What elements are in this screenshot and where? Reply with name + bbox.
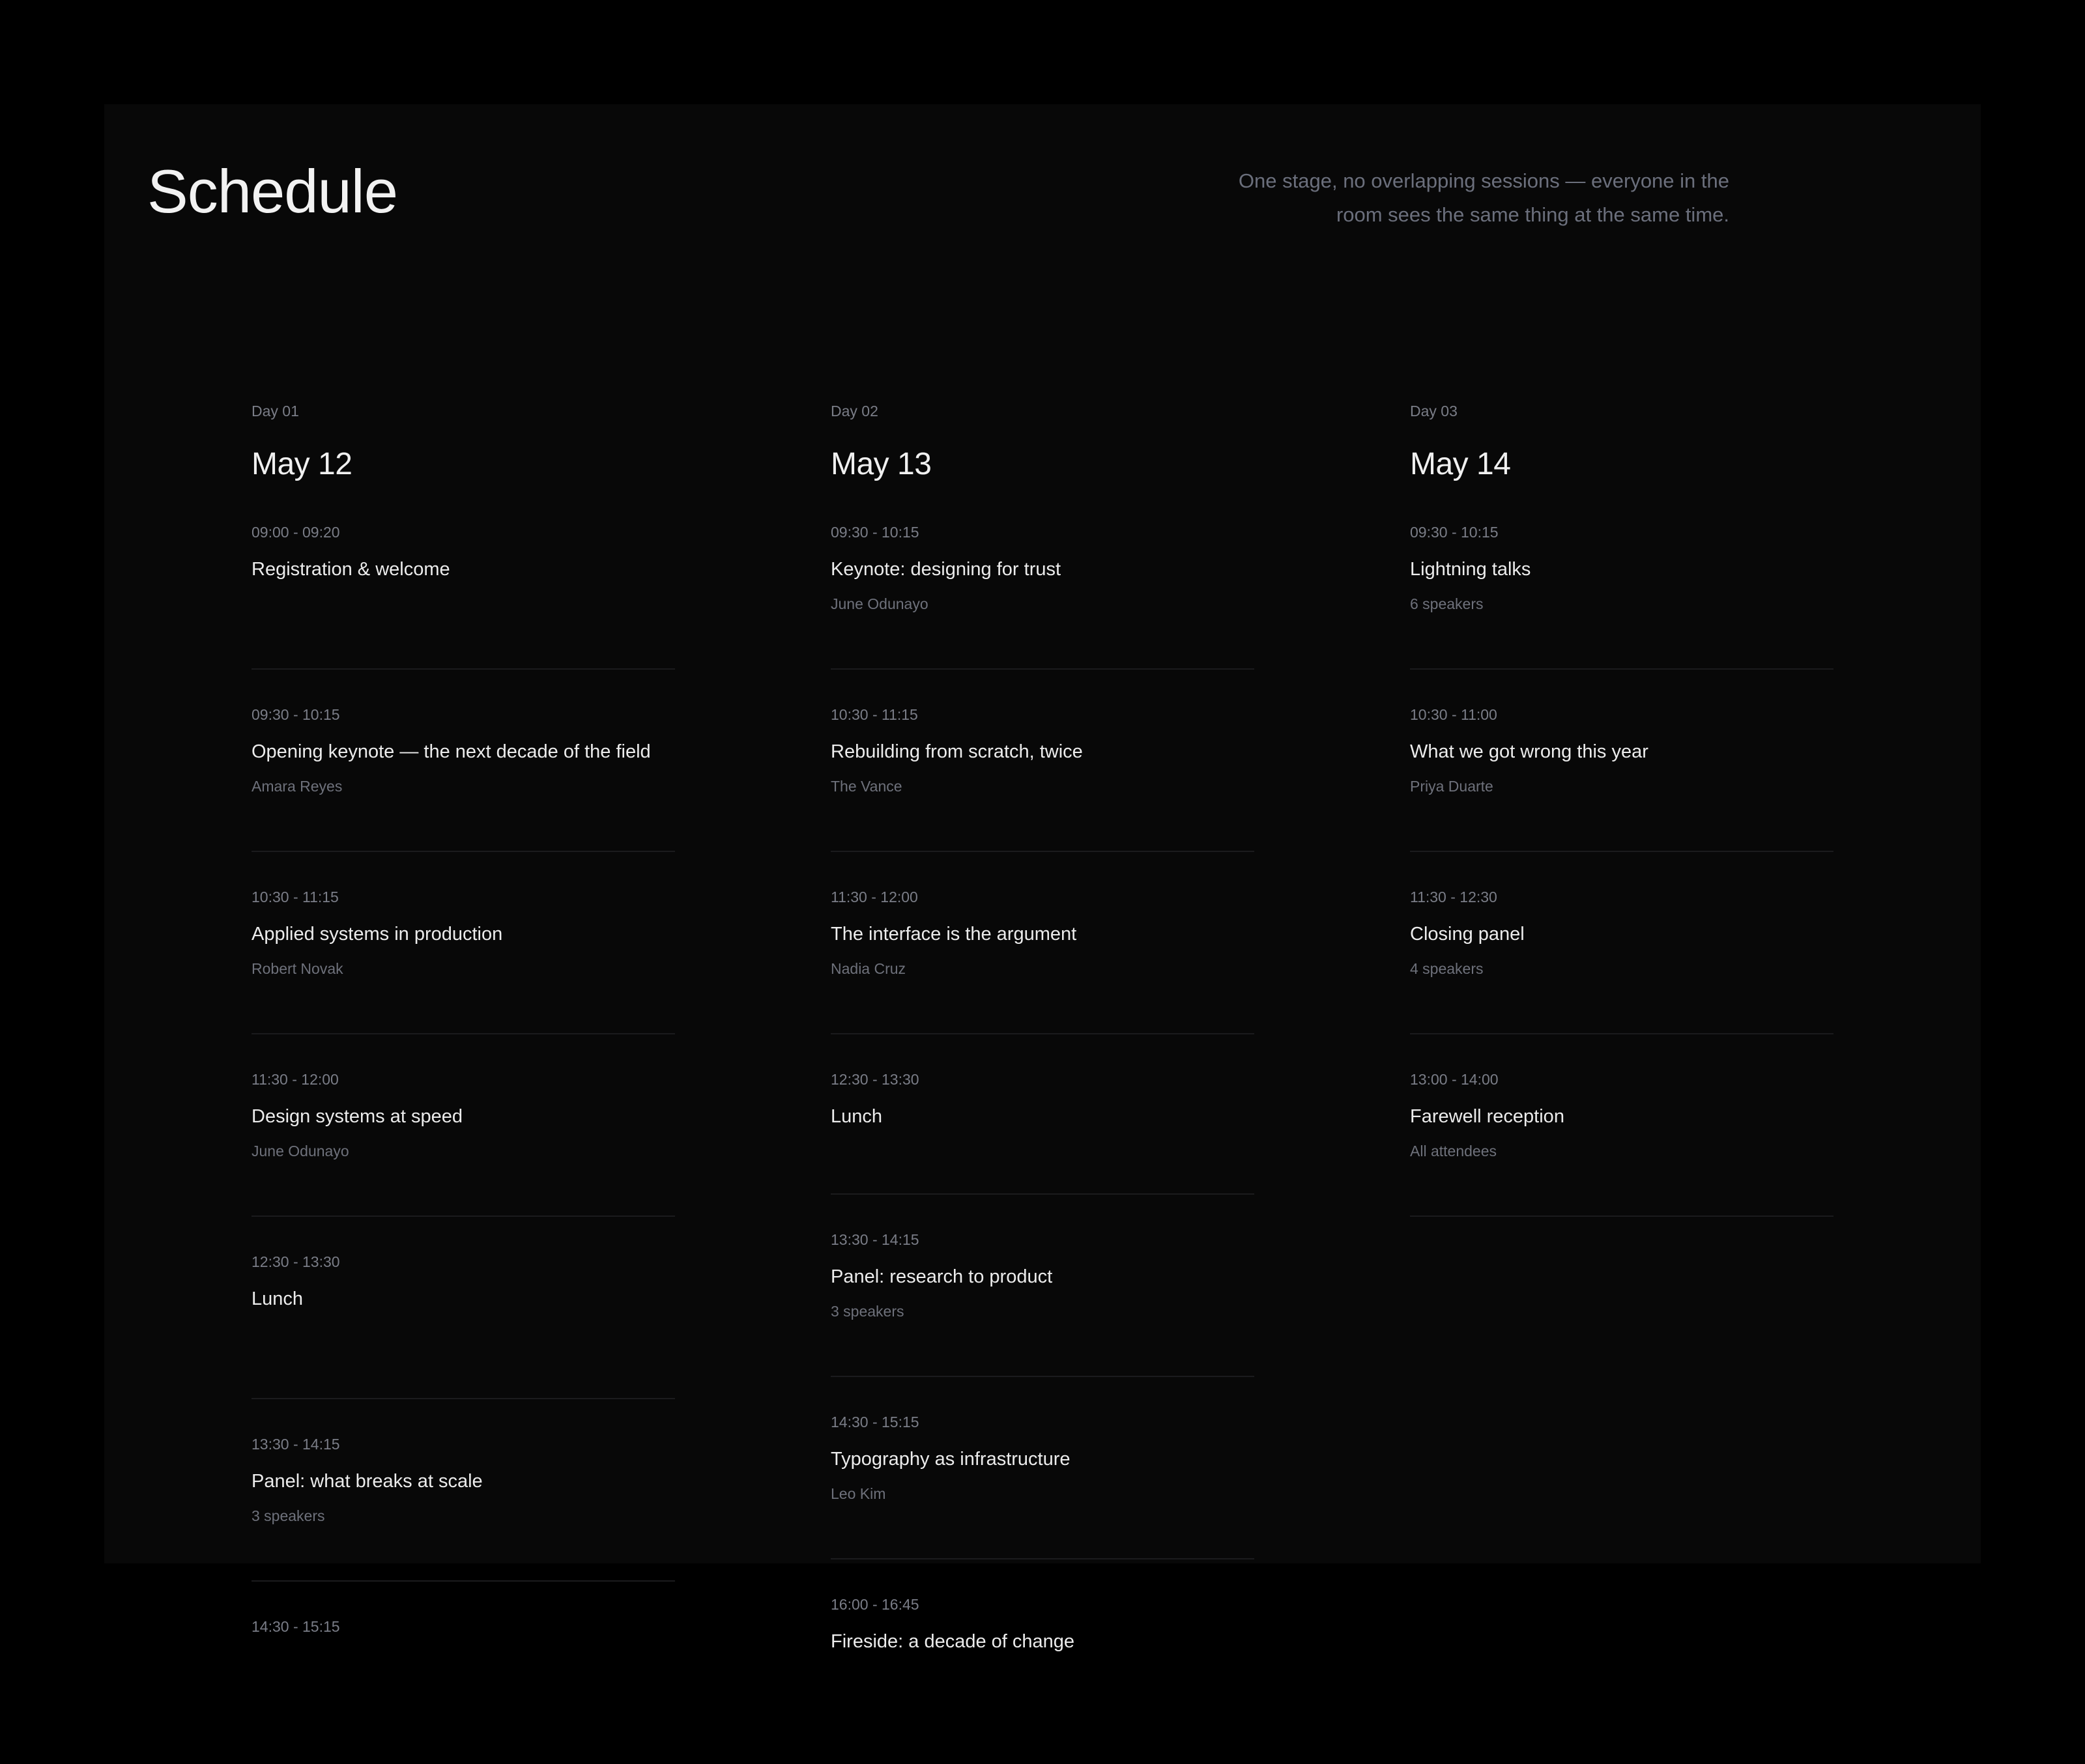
session-speaker: 3 speakers xyxy=(252,1507,325,1524)
session-title: Closing panel xyxy=(1410,924,1525,945)
session-item[interactable]: 11:30 - 12:00 Design systems at speed Ju… xyxy=(252,1070,675,1217)
session-time: 09:00 - 09:20 xyxy=(252,524,340,541)
session-speaker: All attendees xyxy=(1410,1143,1497,1159)
session-title: Panel: what breaks at scale xyxy=(252,1471,483,1492)
session-time: 09:30 - 10:15 xyxy=(1410,524,1499,541)
session-time: 09:30 - 10:15 xyxy=(252,706,340,723)
session-time: 14:30 - 15:15 xyxy=(252,1618,340,1635)
session-time: 10:30 - 11:15 xyxy=(252,889,339,905)
session-title: Panel: research to product xyxy=(831,1266,1053,1287)
session-time: 13:30 - 14:15 xyxy=(831,1231,919,1248)
session-speaker: Amara Reyes xyxy=(252,778,343,795)
day-label: Day 01 xyxy=(252,403,299,420)
session-speaker: Nadia Cruz xyxy=(831,960,906,977)
session-speaker: 3 speakers xyxy=(831,1303,904,1320)
day-column-2: Day 02 May 13 09:30 - 10:15 Keynote: des… xyxy=(831,401,1254,1742)
session-item[interactable]: 11:30 - 12:00 The interface is the argum… xyxy=(831,887,1254,1034)
session-speaker: June Odunayo xyxy=(252,1143,349,1159)
session-time: 10:30 - 11:15 xyxy=(831,706,918,723)
session-speaker: 6 speakers xyxy=(1410,595,1484,612)
session-speaker: 4 speakers xyxy=(1410,960,1484,977)
session-list: 09:30 - 10:15 Keynote: designing for tru… xyxy=(831,522,1254,1742)
session-time: 11:30 - 12:00 xyxy=(252,1071,339,1088)
session-title: Lunch xyxy=(831,1106,883,1127)
session-title: Fireside: a decade of change xyxy=(831,1631,1075,1652)
session-speaker: Priya Duarte xyxy=(1410,778,1493,795)
session-title: Farewell reception xyxy=(1410,1106,1564,1127)
session-title: Applied systems in production xyxy=(252,924,503,945)
session-item[interactable]: 10:30 - 11:15 Rebuilding from scratch, t… xyxy=(831,705,1254,852)
session-item[interactable]: 09:30 - 10:15 Lightning talks 6 speakers xyxy=(1410,522,1833,670)
session-title: The interface is the argument xyxy=(831,924,1077,945)
session-speaker: Robert Novak xyxy=(252,960,343,977)
day-label: Day 02 xyxy=(831,403,878,420)
session-item[interactable]: 10:30 - 11:00 What we got wrong this yea… xyxy=(1410,705,1833,852)
session-item[interactable]: 12:30 - 13:30 Lunch xyxy=(252,1252,675,1399)
session-time: 11:30 - 12:30 xyxy=(1410,889,1497,905)
day-date: May 14 xyxy=(1410,447,1511,481)
session-item[interactable]: 16:00 - 16:45 Fireside: a decade of chan… xyxy=(831,1595,1254,1742)
session-item[interactable]: 10:30 - 11:15 Applied systems in product… xyxy=(252,887,675,1034)
session-item[interactable]: 13:30 - 14:15 Panel: research to product… xyxy=(831,1230,1254,1377)
day-date: May 12 xyxy=(252,447,352,481)
session-title: Rebuilding from scratch, twice xyxy=(831,741,1083,762)
session-time: 13:00 - 14:00 xyxy=(1410,1071,1499,1088)
session-item[interactable]: 13:00 - 14:00 Farewell reception All att… xyxy=(1410,1070,1833,1217)
session-title: Registration & welcome xyxy=(252,559,450,580)
session-title: Typography as infrastructure xyxy=(831,1449,1071,1470)
session-speaker: June Odunayo xyxy=(831,595,928,612)
session-speaker: The Vance xyxy=(831,778,902,795)
session-item[interactable]: 12:30 - 13:30 Lunch xyxy=(831,1070,1254,1195)
day-column-3: Day 03 May 14 09:30 - 10:15 Lightning ta… xyxy=(1410,401,1833,1217)
session-list: 09:30 - 10:15 Lightning talks 6 speakers… xyxy=(1410,522,1833,1217)
session-item[interactable]: 09:00 - 09:20 Registration & welcome xyxy=(252,522,675,670)
session-title: Lunch xyxy=(252,1288,304,1309)
session-time: 14:30 - 15:15 xyxy=(831,1414,919,1430)
session-item[interactable]: 14:30 - 15:15 xyxy=(252,1617,675,1764)
session-item[interactable]: 13:30 - 14:15 Panel: what breaks at scal… xyxy=(252,1434,675,1582)
session-title: Lightning talks xyxy=(1410,559,1531,580)
session-title: What we got wrong this year xyxy=(1410,741,1648,762)
session-item[interactable]: 09:30 - 10:15 Opening keynote — the next… xyxy=(252,705,675,852)
session-title: Design systems at speed xyxy=(252,1106,463,1127)
session-item[interactable]: 14:30 - 15:15 Typography as infrastructu… xyxy=(831,1412,1254,1559)
page-title: Schedule xyxy=(147,157,398,225)
session-list: 09:00 - 09:20 Registration & welcome 09:… xyxy=(252,522,675,1764)
session-time: 16:00 - 16:45 xyxy=(831,1596,919,1613)
session-item[interactable]: 09:30 - 10:15 Keynote: designing for tru… xyxy=(831,522,1254,670)
day-date: May 13 xyxy=(831,447,932,481)
session-time: 12:30 - 13:30 xyxy=(252,1253,340,1270)
session-speaker: Leo Kim xyxy=(831,1485,886,1502)
day-label: Day 03 xyxy=(1410,403,1458,420)
session-item[interactable]: 11:30 - 12:30 Closing panel 4 speakers xyxy=(1410,887,1833,1034)
session-time: 10:30 - 11:00 xyxy=(1410,706,1497,723)
day-column-1: Day 01 May 12 09:00 - 09:20 Registration… xyxy=(252,401,675,1764)
session-time: 12:30 - 13:30 xyxy=(831,1071,919,1088)
session-title: Opening keynote — the next decade of the… xyxy=(252,741,651,762)
session-time: 11:30 - 12:00 xyxy=(831,889,918,905)
session-time: 13:30 - 14:15 xyxy=(252,1436,340,1453)
session-time: 09:30 - 10:15 xyxy=(831,524,919,541)
schedule-tagline: One stage, no overlapping sessions — eve… xyxy=(1238,169,1729,226)
session-title: Keynote: designing for trust xyxy=(831,559,1061,580)
